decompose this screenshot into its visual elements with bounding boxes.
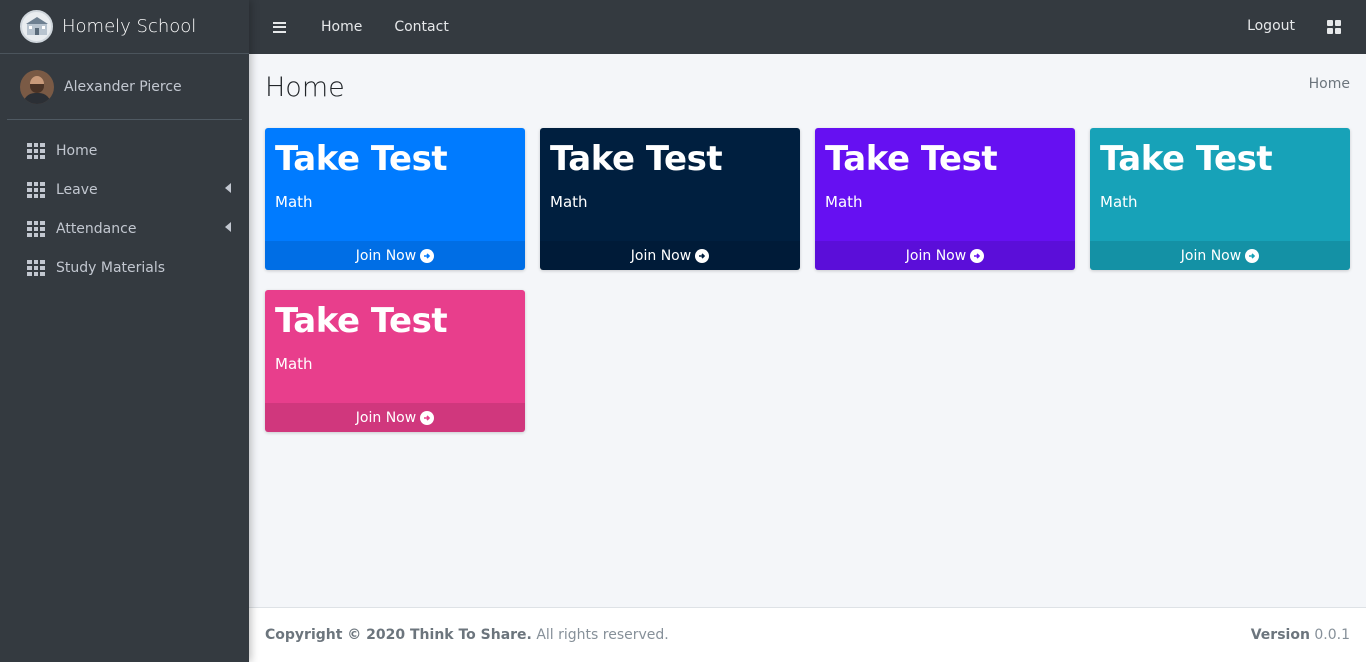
version-info: Version 0.0.1 (1251, 627, 1350, 643)
card-subject: Math (550, 193, 588, 211)
menu-toggle-icon[interactable] (273, 21, 286, 33)
chevron-left-icon (225, 222, 231, 232)
join-now-button[interactable]: Join Now (265, 241, 525, 270)
join-now-button[interactable]: Join Now (540, 241, 800, 270)
nav-contact-link[interactable]: Contact (394, 19, 448, 35)
sidebar-item-label: Leave (56, 181, 98, 198)
grid-icon (27, 220, 45, 237)
grid-icon (27, 142, 45, 159)
card-subject: Math (275, 355, 313, 373)
arrow-circle-right-icon (420, 410, 435, 425)
arrow-circle-right-icon (970, 248, 985, 263)
brand-name: Homely School (62, 16, 197, 37)
arrow-circle-right-icon (420, 248, 435, 263)
breadcrumb[interactable]: Home (1309, 76, 1350, 92)
join-now-button[interactable]: Join Now (815, 241, 1075, 270)
join-now-label: Join Now (355, 247, 417, 264)
sidebar-item-attendance[interactable]: Attendance (8, 209, 241, 248)
take-test-card: Take Test Math Join Now (1090, 128, 1350, 270)
sidebar-item-leave[interactable]: Leave (8, 170, 241, 209)
sidebar-item-label: Study Materials (56, 259, 166, 276)
card-title: Take Test (550, 139, 723, 179)
take-test-card: Take Test Math Join Now (265, 290, 525, 432)
join-now-label: Join Now (355, 409, 417, 426)
sidebar-item-label: Home (56, 142, 98, 159)
card-title: Take Test (275, 139, 448, 179)
main-content: Home Home Take Test Math Join Now Take T… (249, 54, 1366, 607)
join-now-label: Join Now (1180, 247, 1242, 264)
user-panel[interactable]: Alexander Pierce (7, 54, 242, 120)
school-logo-icon (20, 10, 53, 43)
arrow-circle-right-icon (695, 248, 710, 263)
brand-link[interactable]: Homely School (0, 0, 249, 54)
join-now-button[interactable]: Join Now (265, 403, 525, 432)
sidebar-nav: Home Leave Attendance Study Materials (0, 131, 249, 287)
user-avatar (20, 69, 54, 104)
apps-grid-icon[interactable] (1327, 20, 1341, 34)
user-name[interactable]: Alexander Pierce (64, 79, 182, 95)
rights-text: All rights reserved. (536, 627, 669, 643)
card-title: Take Test (825, 139, 998, 179)
join-now-label: Join Now (630, 247, 692, 264)
card-subject: Math (825, 193, 863, 211)
sidebar-item-label: Attendance (56, 220, 137, 237)
join-now-label: Join Now (905, 247, 967, 264)
copyright-text: Copyright © 2020 Think To Share. (265, 627, 532, 643)
take-test-card: Take Test Math Join Now (540, 128, 800, 270)
join-now-button[interactable]: Join Now (1090, 241, 1350, 270)
card-subject: Math (1100, 193, 1138, 211)
take-test-card: Take Test Math Join Now (265, 128, 525, 270)
page-title: Home (265, 72, 345, 103)
grid-icon (27, 181, 45, 198)
card-title: Take Test (275, 301, 448, 341)
version-number: 0.0.1 (1314, 627, 1350, 643)
grid-icon (27, 259, 45, 276)
version-label: Version (1250, 627, 1310, 643)
card-subject: Math (275, 193, 313, 211)
sidebar-item-study-materials[interactable]: Study Materials (8, 248, 241, 287)
logout-link[interactable]: Logout (1247, 18, 1295, 34)
sidebar-item-home[interactable]: Home (8, 131, 241, 170)
card-title: Take Test (1100, 139, 1273, 179)
chevron-left-icon (225, 183, 231, 193)
sidebar: Homely School Alexander Pierce Home Leav… (0, 0, 249, 662)
nav-home-link[interactable]: Home (321, 19, 362, 35)
take-test-card: Take Test Math Join Now (815, 128, 1075, 270)
top-navbar: Home Contact Logout (249, 0, 1366, 54)
page-footer: Copyright © 2020 Think To Share. All rig… (249, 607, 1366, 662)
arrow-circle-right-icon (1245, 248, 1260, 263)
